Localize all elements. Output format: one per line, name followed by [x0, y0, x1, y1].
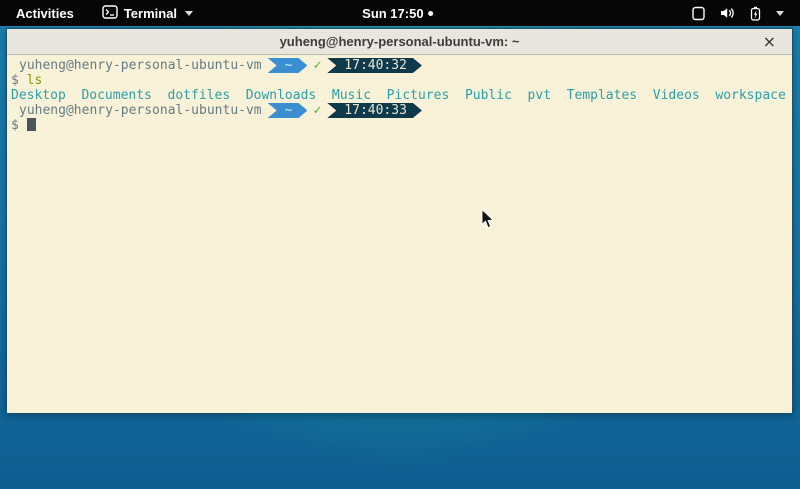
command-line: $ ls [11, 73, 788, 88]
directory-name: workspace [715, 88, 785, 103]
directory-name: pvt [528, 88, 551, 103]
activities-button[interactable]: Activities [10, 6, 80, 21]
window-titlebar[interactable]: yuheng@henry-personal-ubuntu-vm: ~ × [7, 29, 792, 55]
status-check-icon: ✓ [313, 58, 321, 73]
chevron-down-icon [776, 11, 784, 16]
directory-name: dotfiles [168, 88, 231, 103]
clock-button[interactable]: Sun 17:50 [362, 0, 433, 26]
chevron-down-icon [185, 11, 193, 16]
terminal-cursor [27, 118, 36, 131]
prompt-symbol: $ [11, 118, 19, 133]
current-input-line: $ [11, 118, 788, 133]
terminal-content[interactable]: yuheng@henry-personal-ubuntu-vm ~ ✓ 17:40:3… [7, 55, 792, 413]
prompt-line: yuheng@henry-personal-ubuntu-vm ~ ✓ 17:40:3… [11, 58, 788, 73]
screen-icon [691, 6, 706, 21]
directory-name: Music [332, 88, 371, 103]
clock-label: Sun 17:50 [362, 6, 423, 21]
directory-name: Videos [653, 88, 700, 103]
powerline-time-segment: 17:40:32 [327, 58, 422, 73]
terminal-window: yuheng@henry-personal-ubuntu-vm: ~ × yuh… [6, 28, 793, 413]
app-menu-label: Terminal [124, 6, 177, 21]
status-check-icon: ✓ [313, 103, 321, 118]
notification-dot [429, 11, 434, 16]
close-button[interactable]: × [757, 30, 782, 54]
directory-name: Public [465, 88, 512, 103]
powerline-cwd-segment: ~ [268, 58, 308, 73]
directory-name: Pictures [387, 88, 450, 103]
prompt-user-host: yuheng@henry-personal-ubuntu-vm [19, 58, 262, 73]
directory-name: Downloads [246, 88, 316, 103]
system-status-menu[interactable] [683, 0, 792, 26]
battery-charging-icon [748, 6, 763, 21]
top-bar: Activities Terminal Sun 17:50 [0, 0, 800, 26]
prompt-user-host: yuheng@henry-personal-ubuntu-vm [19, 103, 262, 118]
powerline-time-segment: 17:40:33 [327, 103, 422, 118]
command-text: ls [27, 73, 43, 88]
prompt-symbol: $ [11, 73, 19, 88]
volume-icon [719, 6, 735, 20]
ls-output-line: Desktop Documents dotfiles Downloads Music Pi… [11, 88, 788, 103]
window-title: yuheng@henry-personal-ubuntu-vm: ~ [280, 34, 520, 49]
prompt-line: yuheng@henry-personal-ubuntu-vm ~ ✓ 17:40:3… [11, 103, 788, 118]
app-menu-button[interactable]: Terminal [102, 5, 193, 22]
powerline-cwd-segment: ~ [268, 103, 308, 118]
directory-name: Desktop [11, 88, 66, 103]
directory-name: Templates [567, 88, 637, 103]
directory-name: Documents [81, 88, 151, 103]
terminal-icon [102, 5, 118, 22]
